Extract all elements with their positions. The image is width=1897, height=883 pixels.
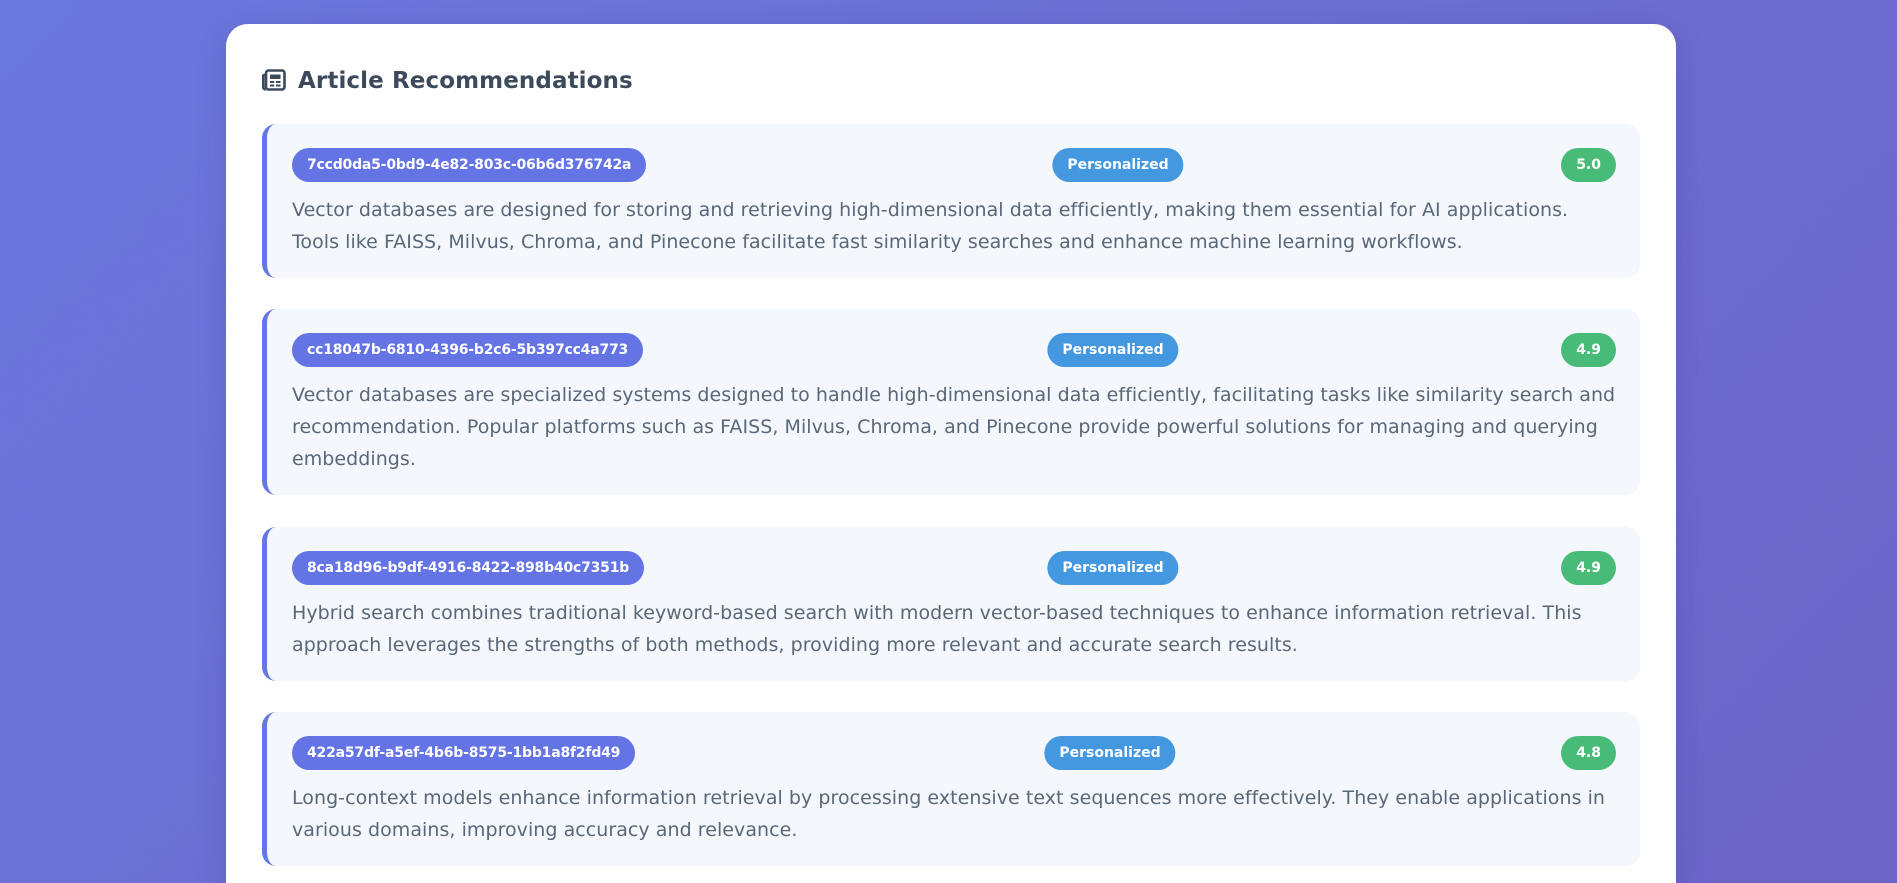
article-id-badge: 422a57df-a5ef-4b6b-8575-1bb1a8f2fd49 bbox=[292, 736, 636, 770]
article-card[interactable]: cc18047b-6810-4396-b2c6-5b397cc4a773 Per… bbox=[262, 309, 1640, 495]
article-card[interactable]: 8ca18d96-b9df-4916-8422-898b40c7351b Per… bbox=[262, 527, 1640, 681]
panel-header: Article Recommendations bbox=[262, 68, 633, 94]
article-summary: Vector databases are specialized systems… bbox=[292, 384, 1616, 470]
article-summary: Vector databases are designed for storin… bbox=[292, 199, 1569, 253]
newspaper-icon bbox=[262, 69, 286, 93]
page-title: Article Recommendations bbox=[298, 68, 633, 94]
article-id-badge: cc18047b-6810-4396-b2c6-5b397cc4a773 bbox=[292, 333, 644, 367]
article-card[interactable]: 422a57df-a5ef-4b6b-8575-1bb1a8f2fd49 Per… bbox=[262, 712, 1640, 866]
article-card[interactable]: 7ccd0da5-0bd9-4e82-803c-06b6d376742a Per… bbox=[262, 124, 1640, 278]
article-id-badge: 7ccd0da5-0bd9-4e82-803c-06b6d376742a bbox=[292, 148, 647, 182]
score-badge: 5.0 bbox=[1561, 148, 1616, 182]
score-badge: 4.9 bbox=[1561, 551, 1616, 585]
type-badge: Personalized bbox=[1052, 148, 1184, 182]
article-id-badge: 8ca18d96-b9df-4916-8422-898b40c7351b bbox=[292, 551, 645, 585]
score-badge: 4.9 bbox=[1561, 333, 1616, 367]
type-badge: Personalized bbox=[1044, 736, 1176, 770]
article-summary: Hybrid search combines traditional keywo… bbox=[292, 602, 1582, 656]
score-badge: 4.8 bbox=[1561, 736, 1616, 770]
type-badge: Personalized bbox=[1047, 333, 1179, 367]
article-summary: Long-context models enhance information … bbox=[292, 787, 1606, 841]
type-badge: Personalized bbox=[1047, 551, 1179, 585]
recommendations-panel: Article Recommendations 7ccd0da5-0bd9-4e… bbox=[226, 24, 1676, 883]
